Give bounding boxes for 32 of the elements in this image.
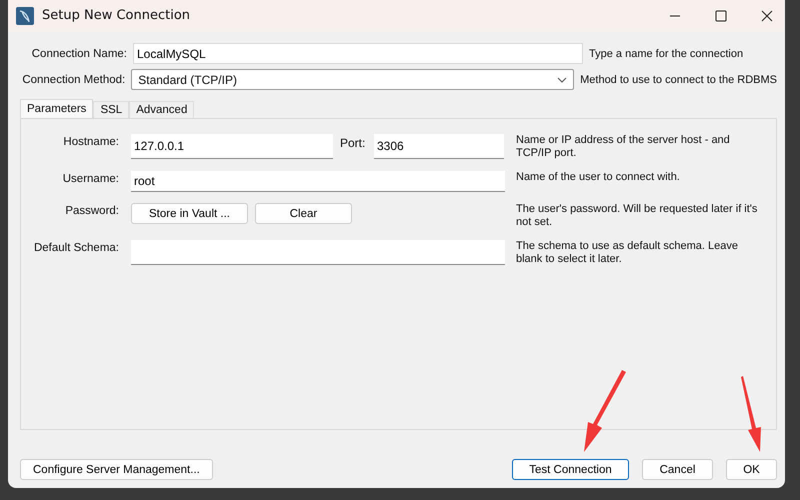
tab[interactable]: Parameters bbox=[20, 99, 94, 118]
hostname-field[interactable]: 127.0.0.1 bbox=[131, 134, 333, 159]
field-label: Hostname: bbox=[62, 135, 120, 148]
tab[interactable]: Advanced bbox=[129, 101, 194, 118]
port-field[interactable]: 3306 bbox=[374, 134, 504, 159]
connection-name-field[interactable]: LocalMySQL bbox=[133, 43, 583, 64]
field-label: Connection Name: bbox=[30, 48, 128, 60]
dialog-button[interactable]: Test Connection bbox=[512, 459, 629, 480]
field-label: Connection Method: bbox=[21, 74, 126, 86]
field-label: Password: bbox=[64, 204, 120, 217]
username-field[interactable]: root bbox=[131, 171, 505, 192]
chevron-down-icon bbox=[557, 76, 568, 82]
field-label: Username: bbox=[62, 172, 120, 185]
tab[interactable]: SSL bbox=[93, 101, 130, 118]
hint-text: Type a name for the connection bbox=[589, 48, 744, 60]
configure-server-button[interactable]: Configure Server Management... bbox=[20, 459, 213, 480]
dialog-button[interactable]: Cancel bbox=[642, 459, 713, 480]
hint-text: Name or IP address of the server host - and TCP/IP port. bbox=[516, 134, 731, 160]
dialog-button[interactable]: OK bbox=[726, 459, 777, 480]
hint-text: Method to use to connect to the RDBMS bbox=[580, 74, 777, 86]
maximize-icon[interactable] bbox=[715, 10, 727, 22]
connection-method-dropdown[interactable]: Standard (TCP/IP) bbox=[131, 69, 574, 90]
password-button[interactable]: Clear bbox=[255, 203, 352, 224]
window-title: Setup New Connection bbox=[42, 8, 190, 23]
field-label: Port: bbox=[340, 135, 366, 150]
field-label: Default Schema: bbox=[32, 241, 120, 254]
hint-text: The user's password. Will be requested later if it's not set. bbox=[516, 203, 758, 229]
close-icon[interactable] bbox=[761, 10, 773, 22]
hint-text: Name of the user to connect with. bbox=[516, 171, 681, 184]
default-schema-field[interactable] bbox=[131, 240, 505, 265]
password-button[interactable]: Store in Vault ... bbox=[131, 203, 248, 224]
hint-text: The schema to use as default schema. Leave blank to select it later. bbox=[516, 240, 739, 266]
